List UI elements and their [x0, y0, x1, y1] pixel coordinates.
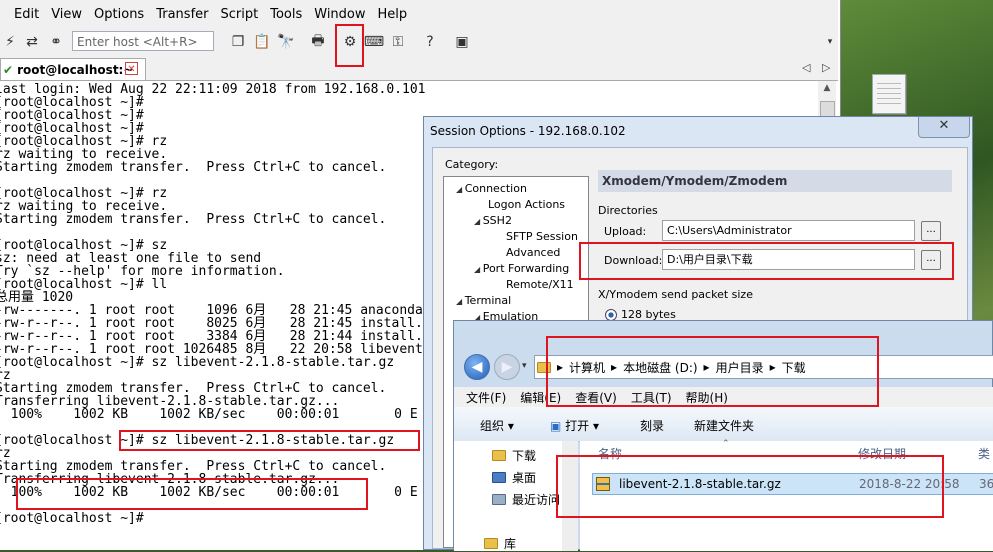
highlight-sz-command [119, 430, 420, 451]
menu-help[interactable]: Help [372, 7, 414, 22]
explorer-toolbar: 组织 ▾ ▣ 打开 ▾ 刻录 新建文件夹 [454, 407, 993, 442]
copy-icon[interactable]: ❐ [228, 32, 248, 52]
menu-window[interactable]: Window [308, 7, 371, 22]
session-tab[interactable]: ✔ root@localhost:~ ✕ [0, 58, 146, 80]
burn-button[interactable]: 刻录 [640, 417, 664, 434]
open-button[interactable]: ▣ 打开 ▾ [550, 417, 599, 434]
tree-terminal[interactable]: ◢ Terminal [456, 294, 511, 307]
desktop-file-icon[interactable] [872, 74, 906, 114]
menu-transfer[interactable]: Transfer [150, 7, 214, 22]
highlight-downloaded-file [556, 455, 944, 518]
connected-check-icon: ✔ [3, 62, 14, 77]
tree-port-forwarding[interactable]: ◢ Port Forwarding [474, 262, 569, 275]
forward-arrow-icon[interactable]: ▶ [494, 354, 520, 380]
session-tab-label: root@localhost:~ [17, 62, 134, 77]
upload-label: Upload: [604, 225, 647, 238]
organize-button[interactable]: 组织 ▾ [480, 417, 514, 434]
menu-options[interactable]: Options [88, 7, 150, 22]
key-icon[interactable]: ⚿ [388, 32, 408, 52]
print-icon[interactable]: 🖶 [308, 32, 328, 52]
toolbar: ⚡ ⇄ ⚭ Enter host <Alt+R> ❐ 📋 🔭 🖶 ⚙ ⌨ ⚿ ?… [0, 28, 838, 59]
tree-sftp-session[interactable]: SFTP Session [506, 230, 578, 243]
tree-ssh2[interactable]: ◢ SSH2 [474, 214, 512, 227]
highlight-transfer-result [16, 478, 368, 510]
category-label: Category: [445, 158, 499, 171]
upload-field[interactable]: C:\Users\Administrator [662, 220, 915, 241]
paste-icon[interactable]: 📋 [252, 32, 272, 52]
terminal-line: [root@localhost ~]# sz libevent-2.1.8-st… [0, 355, 395, 370]
host-input[interactable]: Enter host <Alt+R> [72, 31, 214, 51]
nav-downloads[interactable]: 下载 [490, 447, 536, 464]
menu-bar: Edit View Options Transfer Script Tools … [0, 0, 838, 28]
tree-advanced[interactable]: Advanced [506, 246, 560, 259]
keymap-icon[interactable]: ⌨ [364, 32, 384, 52]
collapse-icon: ◢ [474, 217, 483, 226]
nav-recent[interactable]: 最近访问 [490, 491, 560, 508]
tab-next-icon[interactable]: ▷ [822, 61, 830, 74]
recent-places-icon [492, 494, 506, 505]
sort-arrow-icon: ⌃ [722, 439, 730, 449]
nav-desktop[interactable]: 桌面 [490, 469, 536, 486]
downloads-folder-icon [492, 450, 506, 461]
back-arrow-icon[interactable]: ◀ [464, 354, 490, 380]
highlight-explorer-path [546, 336, 879, 407]
dialog-close-button[interactable]: ✕ [918, 117, 970, 138]
link-icon[interactable]: ⚭ [46, 32, 66, 52]
file-extra: 36 [979, 477, 993, 491]
tab-prev-icon[interactable]: ◁ [802, 61, 810, 74]
terminal-line: Starting zmodem transfer. Press Ctrl+C t… [0, 160, 387, 175]
reconnect-icon[interactable]: ⇄ [22, 32, 42, 52]
nav-libraries[interactable]: 库 [482, 535, 516, 552]
packet-size-label: X/Ymodem send packet size [598, 288, 753, 301]
open-icon: ▣ [550, 419, 566, 433]
tree-logon-actions[interactable]: Logon Actions [488, 198, 565, 211]
tree-connection[interactable]: ◢ Connection [456, 182, 527, 195]
directories-label: Directories [598, 204, 658, 217]
terminal-line: [root@localhost ~]# [0, 511, 144, 526]
panel-title: Xmodem/Ymodem/Zmodem [598, 170, 952, 192]
tree-remote-x11[interactable]: Remote/X11 [506, 278, 574, 291]
help-icon[interactable]: ? [420, 32, 440, 52]
settings-window-icon[interactable]: ▣ [452, 32, 472, 52]
collapse-icon: ◢ [474, 265, 483, 274]
highlight-gear [335, 24, 364, 67]
highlight-download-dir [579, 242, 954, 280]
column-type[interactable]: 类 [978, 445, 990, 462]
close-tab-icon[interactable]: ✕ [125, 62, 138, 75]
collapse-icon: ◢ [456, 297, 465, 306]
menu-file[interactable]: 文件(F) [466, 389, 506, 406]
library-icon [484, 538, 498, 549]
lightning-icon[interactable]: ⚡ [0, 32, 20, 52]
find-icon[interactable]: 🔭 [276, 32, 296, 52]
collapse-icon: ◢ [456, 185, 465, 194]
menu-script[interactable]: Script [215, 7, 265, 22]
menu-view[interactable]: View [45, 7, 88, 22]
terminal-line: 100% 1002 KB 1002 KB/sec 00:00:01 0 E [0, 407, 418, 422]
recent-dropdown-icon[interactable]: ▾ [522, 361, 527, 371]
menu-tools[interactable]: Tools [264, 7, 308, 22]
upload-browse-button[interactable]: ... [921, 221, 941, 241]
session-tab-bar: ✔ root@localhost:~ ✕ ◁ ▷ [0, 58, 838, 81]
desktop-icon [492, 472, 506, 483]
terminal-line: Starting zmodem transfer. Press Ctrl+C t… [0, 212, 387, 227]
new-folder-button[interactable]: 新建文件夹 [694, 417, 754, 434]
toolbar-overflow-icon[interactable]: ▾ [820, 32, 840, 52]
scroll-up-icon[interactable]: ▲ [820, 83, 834, 97]
dialog-title: Session Options - 192.168.0.102 [430, 124, 626, 138]
menu-edit[interactable]: Edit [0, 7, 45, 22]
